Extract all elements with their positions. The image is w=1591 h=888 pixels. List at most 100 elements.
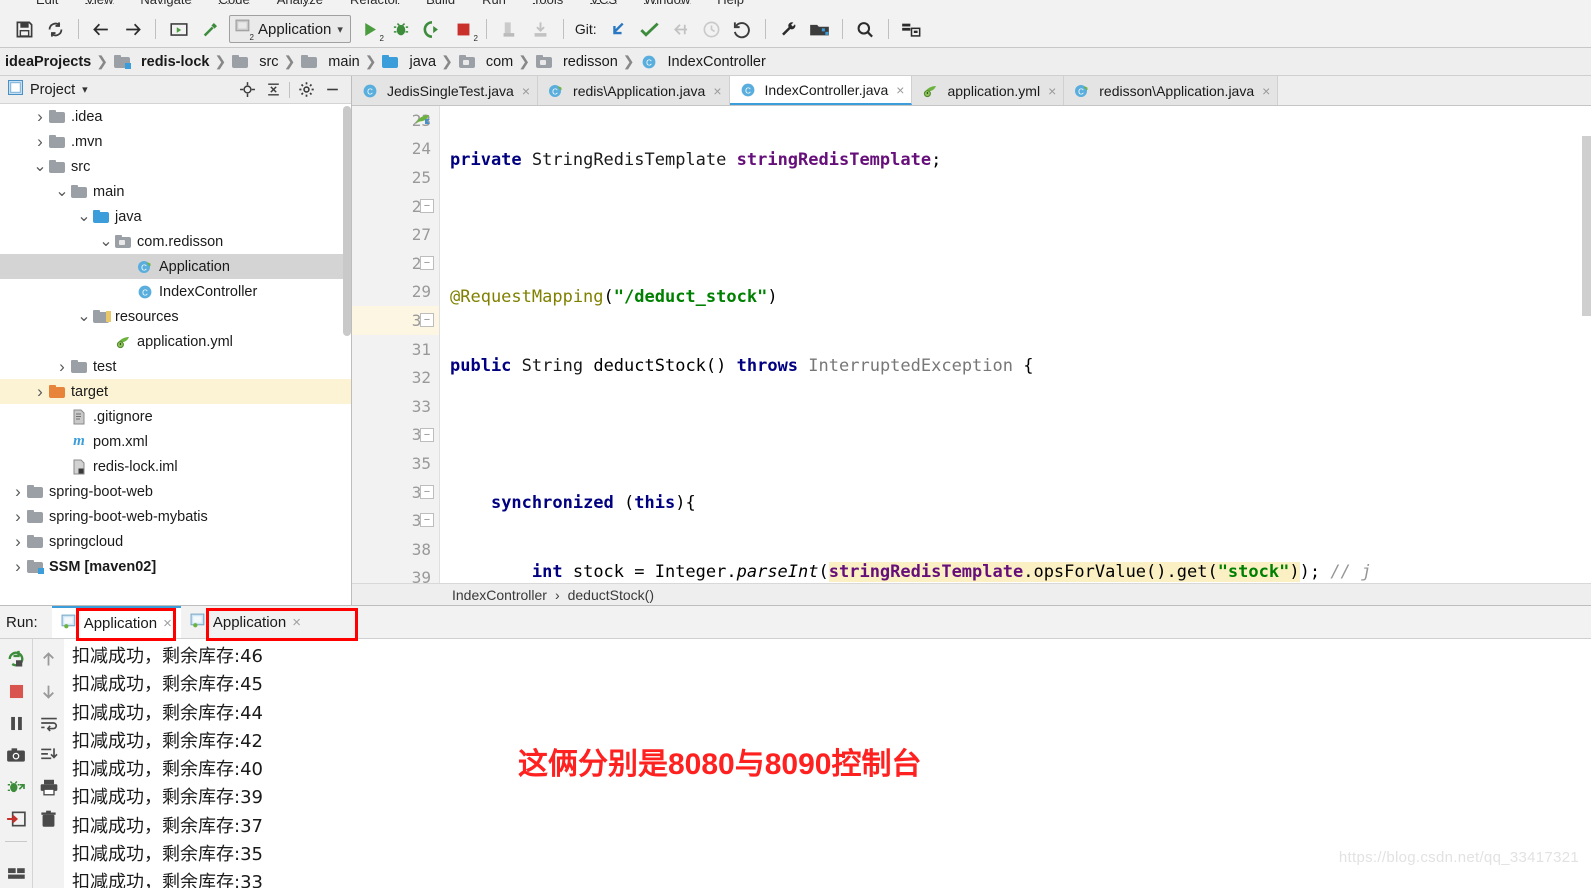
editor-vertical-scrollbar[interactable] [1582, 136, 1591, 316]
fold-minus-icon[interactable]: − [420, 427, 434, 442]
minimize-icon[interactable] [319, 77, 345, 103]
menu-item-help[interactable]: Help [717, 0, 744, 7]
menu-item-analyze[interactable]: Analyze [277, 0, 323, 7]
close-icon[interactable]: × [896, 82, 904, 98]
breadcrumb-class[interactable]: IndexController [452, 587, 547, 603]
run-tab-2[interactable]: Application × [181, 606, 310, 638]
editor-tab-redisson-application-java[interactable]: Credisson\Application.java × [1064, 76, 1279, 105]
build-hammer-icon[interactable] [194, 14, 225, 44]
project-structure-icon[interactable] [804, 14, 835, 44]
up-arrow-icon[interactable] [35, 645, 63, 673]
settings-wrench-icon[interactable] [773, 14, 804, 44]
menu-item-view[interactable]: View [85, 0, 113, 7]
menu-item-refactor[interactable]: Refactor [350, 0, 399, 7]
close-icon[interactable]: × [1262, 83, 1270, 99]
breadcrumb-item-com[interactable]: com [455, 53, 516, 71]
tree-node-spring-boot-web-mybatis[interactable]: › spring-boot-web-mybatis [0, 504, 351, 529]
breadcrumb-method[interactable]: deductStock() [568, 587, 654, 603]
menu-item-tools[interactable]: Tools [533, 0, 563, 7]
stop-icon[interactable] [2, 677, 30, 705]
chevron-down-icon[interactable]: ▾ [337, 23, 343, 36]
tree-node-pom-xml[interactable]: m pom.xml [0, 429, 351, 454]
scroll-to-end-icon[interactable] [35, 741, 63, 769]
fold-minus-icon[interactable]: − [420, 513, 434, 528]
fold-minus-icon[interactable]: − [420, 198, 434, 213]
tool-window-bar-stub[interactable] [0, 858, 32, 888]
menu-item-navigate[interactable]: Navigate [140, 0, 191, 7]
vcs-update-icon[interactable] [603, 14, 634, 44]
collapse-all-icon[interactable] [260, 77, 286, 103]
breadcrumb-item-redisson[interactable]: redisson [532, 53, 621, 71]
tree-node--idea[interactable]: › .idea [0, 104, 351, 129]
chevron-right-icon[interactable]: › [54, 357, 70, 377]
menu-item-build[interactable]: Build [426, 0, 455, 7]
chevron-right-icon[interactable]: › [32, 382, 48, 402]
chevron-down-icon[interactable]: ▾ [82, 83, 88, 96]
tree-node-resources[interactable]: ⌄ resources [0, 304, 351, 329]
run-tab-1[interactable]: Application × [51, 606, 181, 638]
menu-item-vcs[interactable]: VCS [590, 0, 617, 7]
locate-icon[interactable] [234, 77, 260, 103]
search-icon[interactable] [850, 14, 881, 44]
tree-node-com-redisson[interactable]: ⌄ com.redisson [0, 229, 351, 254]
menu-item-window[interactable]: Window [644, 0, 690, 7]
chevron-right-icon[interactable]: › [32, 132, 48, 152]
chevron-right-icon[interactable]: › [10, 557, 26, 577]
save-all-icon[interactable] [9, 14, 40, 44]
run-icon[interactable]: 2 [355, 14, 386, 44]
gear-icon[interactable] [293, 77, 319, 103]
print-icon[interactable] [35, 773, 63, 801]
code-editor[interactable]: 2324252627282930313233343536373839 −−−−−… [352, 106, 1591, 583]
breadcrumb-item-java[interactable]: java [378, 53, 439, 71]
menu-item-edit[interactable]: Edit [36, 0, 58, 7]
vcs-rollback-icon[interactable] [727, 14, 758, 44]
menu-item-code[interactable]: Code [219, 0, 250, 7]
tree-node--mvn[interactable]: › .mvn [0, 129, 351, 154]
chevron-right-icon[interactable]: › [10, 532, 26, 552]
forward-icon[interactable] [117, 14, 148, 44]
chevron-right-icon[interactable]: › [32, 107, 48, 127]
soft-wrap-icon[interactable] [35, 709, 63, 737]
menu-item-run[interactable]: Run [482, 0, 506, 7]
debug-icon[interactable] [386, 14, 417, 44]
fold-minus-icon[interactable]: − [420, 256, 434, 270]
down-arrow-icon[interactable] [35, 677, 63, 705]
vcs-commit-icon[interactable] [634, 14, 665, 44]
code-content[interactable]: private StringRedisTemplate stringRedisT… [440, 106, 1591, 583]
rerun-icon[interactable] [2, 645, 30, 673]
project-scrollbar[interactable] [343, 106, 351, 336]
run-with-coverage-icon[interactable] [417, 14, 448, 44]
chevron-down-icon[interactable]: ⌄ [76, 208, 92, 224]
close-icon[interactable]: × [292, 614, 301, 631]
run-configuration-selector[interactable]: 2 Application ▾ [229, 15, 351, 43]
run-anything-icon[interactable] [163, 14, 194, 44]
thread-dump-icon[interactable] [2, 773, 30, 801]
chevron-right-icon[interactable]: › [10, 507, 26, 527]
tree-node-springcloud[interactable]: › springcloud [0, 529, 351, 554]
close-icon[interactable]: × [522, 83, 530, 99]
fold-minus-icon[interactable]: − [420, 484, 434, 499]
breadcrumb-item-redis-lock[interactable]: redis-lock [110, 53, 213, 71]
tree-node-application-yml[interactable]: application.yml [0, 329, 351, 354]
breadcrumb-item-src[interactable]: src [228, 53, 281, 71]
breadcrumb-item-main[interactable]: main [297, 53, 362, 71]
tree-node-src[interactable]: ⌄ src [0, 154, 351, 179]
editor-tab-jedissingletest-java[interactable]: C JedisSingleTest.java × [352, 76, 539, 105]
editor-tab-application-yml[interactable]: application.yml × [912, 76, 1065, 105]
export-icon[interactable] [2, 805, 30, 833]
editor-tab-indexcontroller-java[interactable]: C IndexController.java × [729, 76, 913, 105]
stop-icon[interactable]: 2 [448, 14, 479, 44]
camera-icon[interactable] [2, 741, 30, 769]
tree-node-application[interactable]: C Application [0, 254, 351, 279]
pause-icon[interactable] [2, 709, 30, 737]
breadcrumb-item-ideaprojects[interactable]: ideaProjects [2, 54, 94, 70]
database-icon[interactable] [896, 14, 927, 44]
close-icon[interactable]: × [163, 615, 172, 632]
breadcrumb-item-indexcontroller[interactable]: C IndexController [637, 53, 769, 71]
close-icon[interactable]: × [1048, 83, 1056, 99]
trash-icon[interactable] [35, 805, 63, 833]
chevron-down-icon[interactable]: ⌄ [98, 233, 114, 249]
chevron-down-icon[interactable]: ⌄ [54, 183, 70, 199]
tree-node-target[interactable]: › target [0, 379, 351, 404]
tree-node-indexcontroller[interactable]: C IndexController [0, 279, 351, 304]
